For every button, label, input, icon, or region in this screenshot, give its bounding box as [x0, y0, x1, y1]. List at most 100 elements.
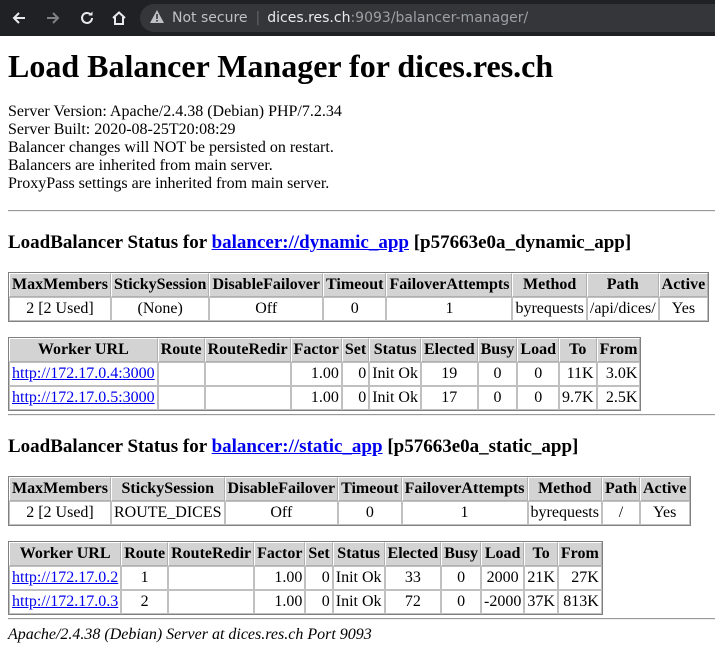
- table-cell: [204, 362, 291, 386]
- reload-button[interactable]: [76, 7, 98, 29]
- table-cell: (None): [110, 297, 210, 321]
- table-cell: 0: [341, 362, 370, 386]
- table-cell: 1: [386, 297, 513, 321]
- info-line: Server Built: 2020-08-25T20:08:29: [8, 121, 236, 138]
- worker-url-link[interactable]: http://172.17.0.2: [12, 569, 118, 586]
- table-cell: 21K: [524, 566, 558, 590]
- table-cell: Yes: [658, 297, 709, 321]
- heading-suffix: [p57663e0a_static_app]: [382, 436, 579, 457]
- server-signature: Apache/2.4.38 (Debian) Server at dices.r…: [8, 626, 372, 643]
- back-button[interactable]: [8, 7, 30, 29]
- column-header: Set: [341, 338, 370, 362]
- heading-prefix: LoadBalancer Status for: [8, 436, 212, 457]
- table-cell: 0: [477, 386, 518, 410]
- server-info: Server Version: Apache/2.4.38 (Debian) P…: [8, 103, 342, 193]
- table-cell: 1: [121, 566, 169, 590]
- balancer-heading: LoadBalancer Status for balancer://dynam…: [8, 232, 631, 254]
- table-cell: 1.00: [290, 362, 342, 386]
- column-header: Method: [527, 477, 602, 501]
- table-cell: 19: [420, 362, 478, 386]
- worker-url-link[interactable]: http://172.17.0.4:3000: [12, 365, 155, 382]
- column-header: MaxMembers: [9, 477, 111, 501]
- table-header-row: MaxMembers StickySession DisableFailover…: [9, 477, 690, 501]
- column-header: Busy: [477, 338, 518, 362]
- reload-icon: [81, 11, 93, 24]
- address-bar[interactable]: Not secure | dices.res.ch:9093/balancer-…: [140, 4, 715, 32]
- table-header-row: Worker URL Route RouteRedir Factor Set S…: [9, 542, 602, 566]
- column-header: Status: [369, 338, 421, 362]
- table-cell: 17: [420, 386, 478, 410]
- warning-icon[interactable]: [150, 9, 164, 27]
- table-cell: 1.00: [290, 386, 342, 410]
- heading-suffix: [p57663e0a_dynamic_app]: [408, 232, 632, 253]
- table-cell: 2.5K: [596, 386, 641, 410]
- table-cell: 0: [322, 297, 387, 321]
- column-header: Load: [480, 542, 525, 566]
- column-header: Active: [639, 477, 690, 501]
- column-header: Factor: [290, 338, 342, 362]
- table-cell: byrequests: [527, 501, 602, 525]
- table-cell: 2 [2 Used]: [9, 501, 111, 525]
- worker-url-link[interactable]: http://172.17.0.3: [12, 593, 118, 610]
- table-cell: 2: [121, 590, 169, 614]
- table-cell: 27K: [557, 566, 602, 590]
- heading-prefix: LoadBalancer Status for: [8, 232, 212, 253]
- table-cell: Init Ok: [332, 566, 385, 590]
- balancer-link[interactable]: balancer://static_app: [212, 436, 383, 457]
- table-cell: 1.00: [254, 566, 306, 590]
- column-header: Elected: [420, 338, 478, 362]
- balancer-summary-table: MaxMembers StickySession DisableFailover…: [8, 272, 710, 322]
- table-cell: -2000: [480, 590, 525, 614]
- table-row: 2 [2 Used] (None) Off 0 1 byrequests /ap…: [9, 297, 709, 321]
- table-cell: Init Ok: [332, 590, 385, 614]
- table-cell: 2000: [480, 566, 525, 590]
- column-header: MaxMembers: [9, 273, 111, 297]
- table-cell: 72: [384, 590, 442, 614]
- table-row: 2 [2 Used] ROUTE_DICES Off 0 1 byrequest…: [9, 501, 690, 525]
- table-cell: Off: [209, 297, 323, 321]
- column-header: DisableFailover: [224, 477, 339, 501]
- column-header: Busy: [441, 542, 481, 566]
- table-cell: 33: [384, 566, 442, 590]
- column-header: Timeout: [322, 273, 387, 297]
- forward-button[interactable]: [42, 7, 64, 29]
- column-header: Load: [517, 338, 559, 362]
- table-cell: [168, 566, 255, 590]
- worker-url-cell: http://172.17.0.3: [9, 590, 122, 614]
- url-path[interactable]: :9093/balancer-manager/: [350, 10, 528, 26]
- forward-arrow-icon: [47, 12, 60, 24]
- table-cell: 0: [441, 566, 481, 590]
- url-host[interactable]: dices.res.ch: [267, 10, 350, 26]
- table-cell: Init Ok: [369, 386, 421, 410]
- not-secure-label[interactable]: Not secure: [172, 10, 248, 26]
- table-cell: 0: [305, 566, 333, 590]
- table-cell: 1.00: [254, 590, 306, 614]
- balancer-summary-table: MaxMembers StickySession DisableFailover…: [8, 476, 691, 526]
- table-cell: ROUTE_DICES: [110, 501, 225, 525]
- column-header: Worker URL: [9, 542, 122, 566]
- table-cell: Init Ok: [369, 362, 421, 386]
- worker-url-cell: http://172.17.0.2: [9, 566, 122, 590]
- table-cell: 3.0K: [596, 362, 641, 386]
- table-cell: [157, 362, 205, 386]
- table-cell: 1: [401, 501, 528, 525]
- worker-table: Worker URL Route RouteRedir Factor Set S…: [8, 337, 642, 411]
- back-arrow-icon: [12, 12, 25, 24]
- table-cell: 2 [2 Used]: [9, 297, 111, 321]
- balancer-link[interactable]: balancer://dynamic_app: [212, 232, 409, 253]
- column-header: From: [596, 338, 641, 362]
- home-button[interactable]: [108, 7, 130, 29]
- column-header: Path: [586, 273, 659, 297]
- column-header: Status: [332, 542, 385, 566]
- divider: [8, 414, 715, 416]
- table-row: http://172.17.0.4:3000 1.00 0 Init Ok 19…: [9, 362, 641, 386]
- column-header: Route: [157, 338, 205, 362]
- table-cell: 0: [517, 362, 559, 386]
- worker-url-link[interactable]: http://172.17.0.5:3000: [12, 389, 155, 406]
- table-cell: Off: [224, 501, 339, 525]
- column-header: To: [559, 338, 597, 362]
- column-header: StickySession: [110, 477, 225, 501]
- column-header: Worker URL: [9, 338, 158, 362]
- balancer-heading: LoadBalancer Status for balancer://stati…: [8, 436, 578, 458]
- column-header: StickySession: [110, 273, 210, 297]
